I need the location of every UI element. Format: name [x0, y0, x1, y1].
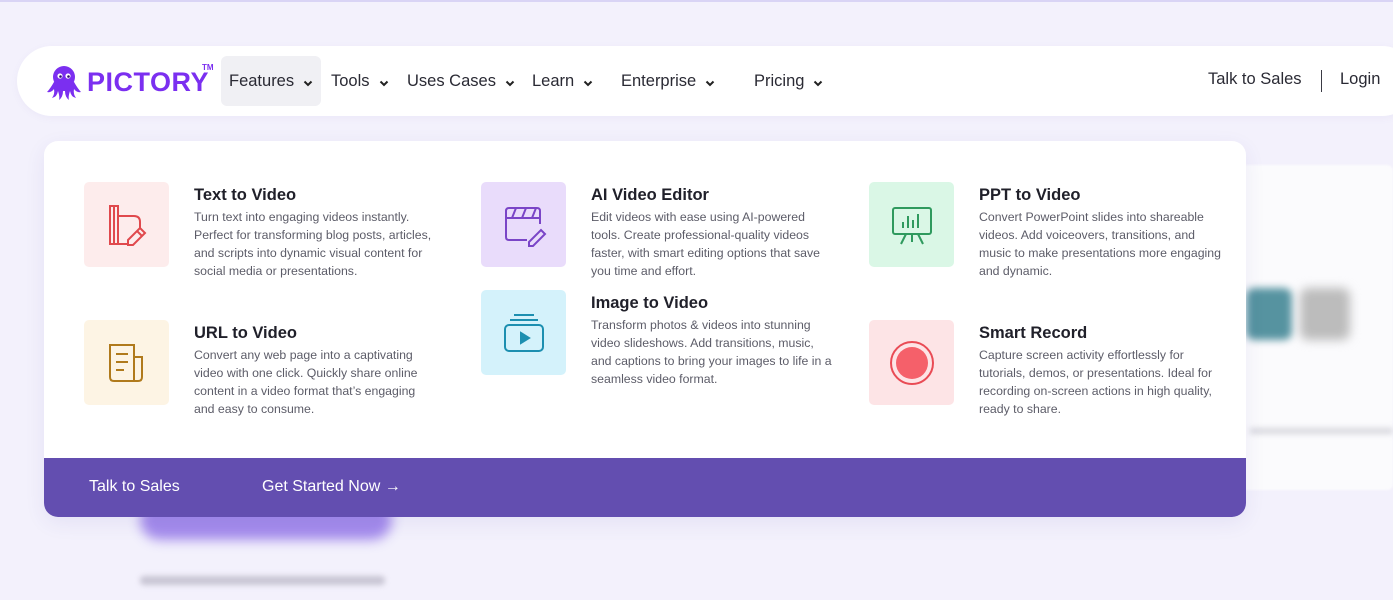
- get-started-link[interactable]: Get Started Now →: [262, 478, 401, 496]
- background-caption: [140, 576, 385, 585]
- chevron-down-icon: [505, 80, 515, 86]
- brand-name: PICTORY: [87, 66, 210, 97]
- nav-learn-label: Learn: [532, 71, 575, 90]
- feature-text-to-video[interactable]: Text to Video Turn text into engaging vi…: [84, 182, 444, 282]
- feature-description: Edit videos with ease using AI-powered t…: [591, 210, 820, 278]
- feature-description: Transform photos & videos into stunning …: [591, 318, 832, 386]
- feature-smart-record[interactable]: Smart Record Capture screen activity eff…: [869, 320, 1229, 420]
- chevron-down-icon: [303, 80, 313, 86]
- feature-url-to-video[interactable]: URL to Video Convert any web page into a…: [84, 320, 444, 420]
- chevron-down-icon: [705, 80, 715, 86]
- nav-use-cases-label: Uses Cases: [407, 71, 496, 90]
- nav-use-cases[interactable]: Uses Cases: [399, 56, 523, 106]
- document-icon: [108, 343, 143, 382]
- login-link[interactable]: Login: [1340, 70, 1380, 89]
- feature-ppt-to-video[interactable]: PPT to Video Convert PowerPoint slides i…: [869, 182, 1229, 282]
- feature-title: AI Video Editor: [591, 186, 709, 204]
- top-navbar: PICTORY TM Features Tools Uses Cases Lea…: [17, 46, 1393, 116]
- feature-title: Smart Record: [979, 324, 1088, 342]
- feature-description: Turn text into engaging videos instantly…: [194, 210, 432, 278]
- presentation-icon: [891, 206, 932, 244]
- media-stack-icon: [503, 313, 544, 352]
- clapper-edit-icon: [504, 206, 546, 247]
- feature-title: Image to Video: [591, 294, 709, 312]
- feature-tile: [481, 182, 566, 267]
- octopus-logo-icon: [47, 66, 81, 100]
- chevron-down-icon: [379, 80, 388, 86]
- trademark-mark: TM: [202, 63, 214, 72]
- nav-enterprise-label: Enterprise: [621, 71, 697, 90]
- record-icon: [889, 340, 934, 385]
- chevron-down-icon: [583, 80, 593, 86]
- nav-pricing-label: Pricing: [754, 71, 805, 90]
- feature-title: PPT to Video: [979, 186, 1081, 204]
- feature-title: Text to Video: [194, 186, 297, 204]
- nav-features[interactable]: Features: [221, 56, 322, 106]
- background-thumbnail: [1300, 288, 1350, 340]
- feature-tile: [84, 182, 169, 267]
- feature-tile: [84, 320, 169, 405]
- feature-image-to-video[interactable]: Image to Video Transform photos & videos…: [481, 290, 841, 390]
- background-divider: [1250, 428, 1393, 434]
- feature-tile: [869, 182, 954, 267]
- nav-divider: [1321, 70, 1322, 92]
- brand-logo[interactable]: PICTORY TM: [45, 62, 214, 102]
- top-border: [0, 0, 1393, 2]
- feature-ai-video-editor[interactable]: AI Video Editor Edit videos with ease us…: [481, 182, 841, 282]
- nav-learn[interactable]: Learn: [524, 56, 601, 106]
- feature-title: URL to Video: [194, 324, 297, 342]
- feature-description: Convert PowerPoint slides into shareable…: [979, 210, 1221, 278]
- chevron-down-icon: [814, 80, 823, 86]
- background-thumbnail: [1246, 288, 1292, 340]
- feature-description: Convert any web page into a captivating …: [194, 348, 418, 416]
- nav-features-label: Features: [229, 71, 295, 90]
- dropdown-footer: Talk to Sales Get Started Now →: [44, 458, 1246, 517]
- nav-pricing[interactable]: Pricing: [746, 56, 831, 106]
- talk-to-sales-link[interactable]: Talk to Sales: [1208, 70, 1302, 89]
- features-dropdown: Text to Video Turn text into engaging vi…: [44, 141, 1246, 517]
- nav-enterprise[interactable]: Enterprise: [613, 56, 723, 106]
- nav-tools[interactable]: Tools: [323, 56, 397, 106]
- feature-tile: [869, 320, 954, 405]
- feature-tile: [481, 290, 566, 375]
- text-edit-icon: [108, 204, 146, 246]
- nav-tools-label: Tools: [331, 71, 370, 90]
- footer-talk-to-sales-link[interactable]: Talk to Sales: [89, 478, 180, 496]
- feature-description: Capture screen activity effortlessly for…: [979, 348, 1213, 416]
